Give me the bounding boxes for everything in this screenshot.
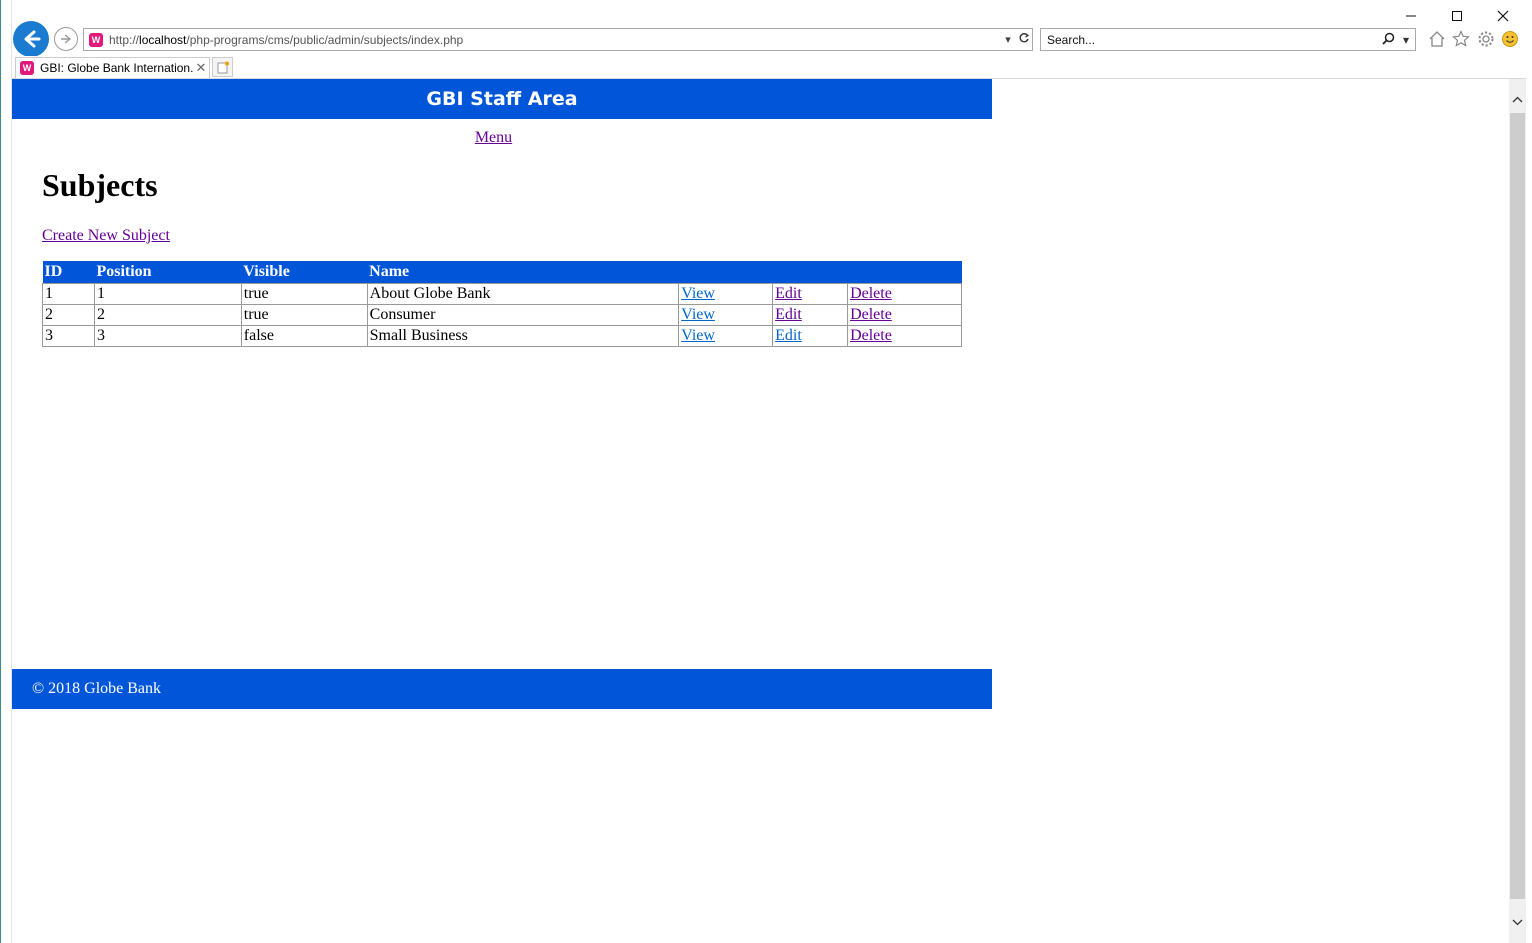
edit-link[interactable]: Edit [775,306,802,323]
menu-link[interactable]: Menu [475,129,512,146]
table-row: 2 2 true Consumer View Edit Delete [42,304,962,326]
cell-name: Small Business [366,325,680,347]
table-header-row: ID Position Visible Name [42,261,962,284]
edit-link[interactable]: Edit [775,327,802,344]
cell-name: About Globe Bank [366,283,680,305]
column-header-edit [772,261,848,284]
site-header: GBI Staff Area [12,79,992,119]
cell-id: 3 [42,325,95,347]
cell-id: 1 [42,283,95,305]
vertical-scrollbar[interactable] [1509,79,1526,943]
navigation: Menu [12,129,975,147]
tab-gbi[interactable]: W GBI: Globe Bank Internation... ✕ [15,57,210,78]
new-tab-button[interactable] [212,57,233,77]
address-dropdown-icon[interactable]: ▾ [1000,33,1016,46]
cell-view: View [678,325,774,347]
feedback-smiley-icon[interactable] [1501,30,1519,53]
favorites-star-icon[interactable] [1452,30,1470,53]
cell-edit: Edit [772,283,849,305]
scroll-up-icon[interactable] [1509,91,1526,108]
search-box[interactable]: ▾ [1040,28,1416,51]
scroll-down-icon[interactable] [1509,914,1526,931]
site-footer: © 2018 Globe Bank [12,669,992,709]
address-url[interactable]: http://localhost/php-programs/cms/public… [109,33,1000,47]
delete-link[interactable]: Delete [850,327,892,344]
back-arrow-icon [24,30,41,48]
tab-favicon-icon: W [20,61,34,75]
tab-title: GBI: Globe Bank Internation... [40,61,193,75]
footer-copyright: © 2018 Globe Bank [32,680,162,697]
column-header-name: Name [367,261,679,284]
site-header-title: GBI Staff Area [426,88,578,110]
scrollbar-thumb[interactable] [1510,113,1525,899]
cell-id: 2 [42,304,95,326]
cell-visible: true [240,283,368,305]
tab-strip: W GBI: Globe Bank Internation... ✕ [12,56,1532,79]
view-link[interactable]: View [681,285,715,302]
table-row: 3 3 false Small Business View Edit Delet… [42,325,962,347]
refresh-icon[interactable] [1016,32,1032,47]
column-header-id: ID [42,261,95,284]
close-tab-icon[interactable]: ✕ [193,60,209,76]
delete-link[interactable]: Delete [850,306,892,323]
cell-delete: Delete [847,283,962,305]
cell-visible: true [240,304,368,326]
forward-arrow-icon [61,34,72,44]
home-icon[interactable] [1428,30,1446,53]
address-bar[interactable]: W http://localhost/php-programs/cms/publ… [83,28,1033,51]
column-header-position: Position [94,261,242,284]
close-window-icon[interactable] [1488,6,1518,26]
cell-position: 2 [93,304,242,326]
column-header-visible: Visible [241,261,368,284]
search-input[interactable] [1041,31,1379,48]
edit-link[interactable]: Edit [775,285,802,302]
cell-position: 3 [93,325,242,347]
page-title: Subjects [42,167,158,203]
cell-edit: Edit [772,325,849,347]
forward-button[interactable] [54,27,78,51]
view-link[interactable]: View [681,306,715,323]
window-left-edge [1,0,12,943]
site-favicon-icon: W [89,32,103,47]
view-link[interactable]: View [681,327,715,344]
cell-name: Consumer [366,304,680,326]
settings-gear-icon[interactable] [1477,30,1495,53]
cell-delete: Delete [847,325,962,347]
delete-link[interactable]: Delete [850,285,892,302]
back-button[interactable] [13,21,49,57]
page-viewport: GBI Staff Area Menu Subjects Create New … [12,79,1509,943]
minimize-icon[interactable] [1396,6,1426,26]
cell-view: View [678,283,774,305]
cell-visible: false [240,325,368,347]
search-dropdown-icon[interactable]: ▾ [1397,33,1415,47]
cell-delete: Delete [847,304,962,326]
window-right-edge [1526,0,1532,943]
column-header-delete [847,261,962,284]
search-icon[interactable] [1379,32,1397,48]
new-tab-icon [217,61,229,73]
subjects-table: ID Position Visible Name 1 1 true About … [42,261,962,347]
table-row: 1 1 true About Globe Bank View Edit Dele… [42,283,962,305]
browser-window: W http://localhost/php-programs/cms/publ… [0,0,1532,943]
create-new-subject-link[interactable]: Create New Subject [42,227,170,245]
column-header-view [678,261,773,284]
cell-position: 1 [93,283,242,305]
maximize-icon[interactable] [1442,6,1472,26]
cell-edit: Edit [772,304,849,326]
cell-view: View [678,304,774,326]
